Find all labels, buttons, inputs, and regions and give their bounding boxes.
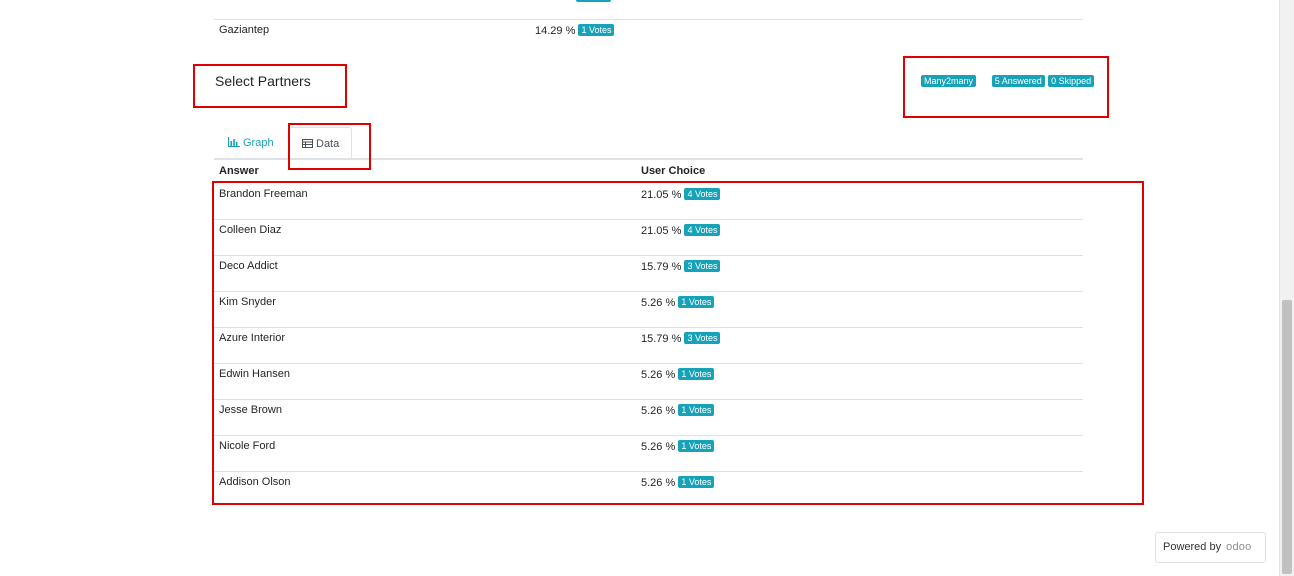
header-answer: Answer <box>219 165 259 177</box>
prev-table-top-line <box>214 19 1083 20</box>
badges-highlight-box <box>903 56 1109 118</box>
title-highlight-box <box>193 64 347 108</box>
header-user-choice: User Choice <box>641 165 706 177</box>
scrollbar-thumb[interactable] <box>1282 300 1292 574</box>
bar-chart-icon <box>228 128 240 160</box>
prev-badge-fragment <box>576 0 611 2</box>
tab-graph-label: Graph <box>243 137 274 149</box>
prev-row-choice: 14.29 % 1 Votes <box>535 24 615 37</box>
powered-by-text: Powered by <box>1163 541 1222 553</box>
table-highlight-box <box>212 181 1144 505</box>
powered-by-badge[interactable]: Powered by odoo <box>1155 532 1266 563</box>
prev-row-votes-badge: 1 Votes <box>578 24 615 36</box>
tab-graph[interactable]: Graph <box>214 127 288 159</box>
data-tab-highlight-box <box>288 123 371 170</box>
odoo-logo: odoo <box>1226 541 1252 553</box>
prev-row-label: Gaziantep <box>219 24 270 36</box>
prev-row-percent: 14.29 % <box>535 25 576 37</box>
